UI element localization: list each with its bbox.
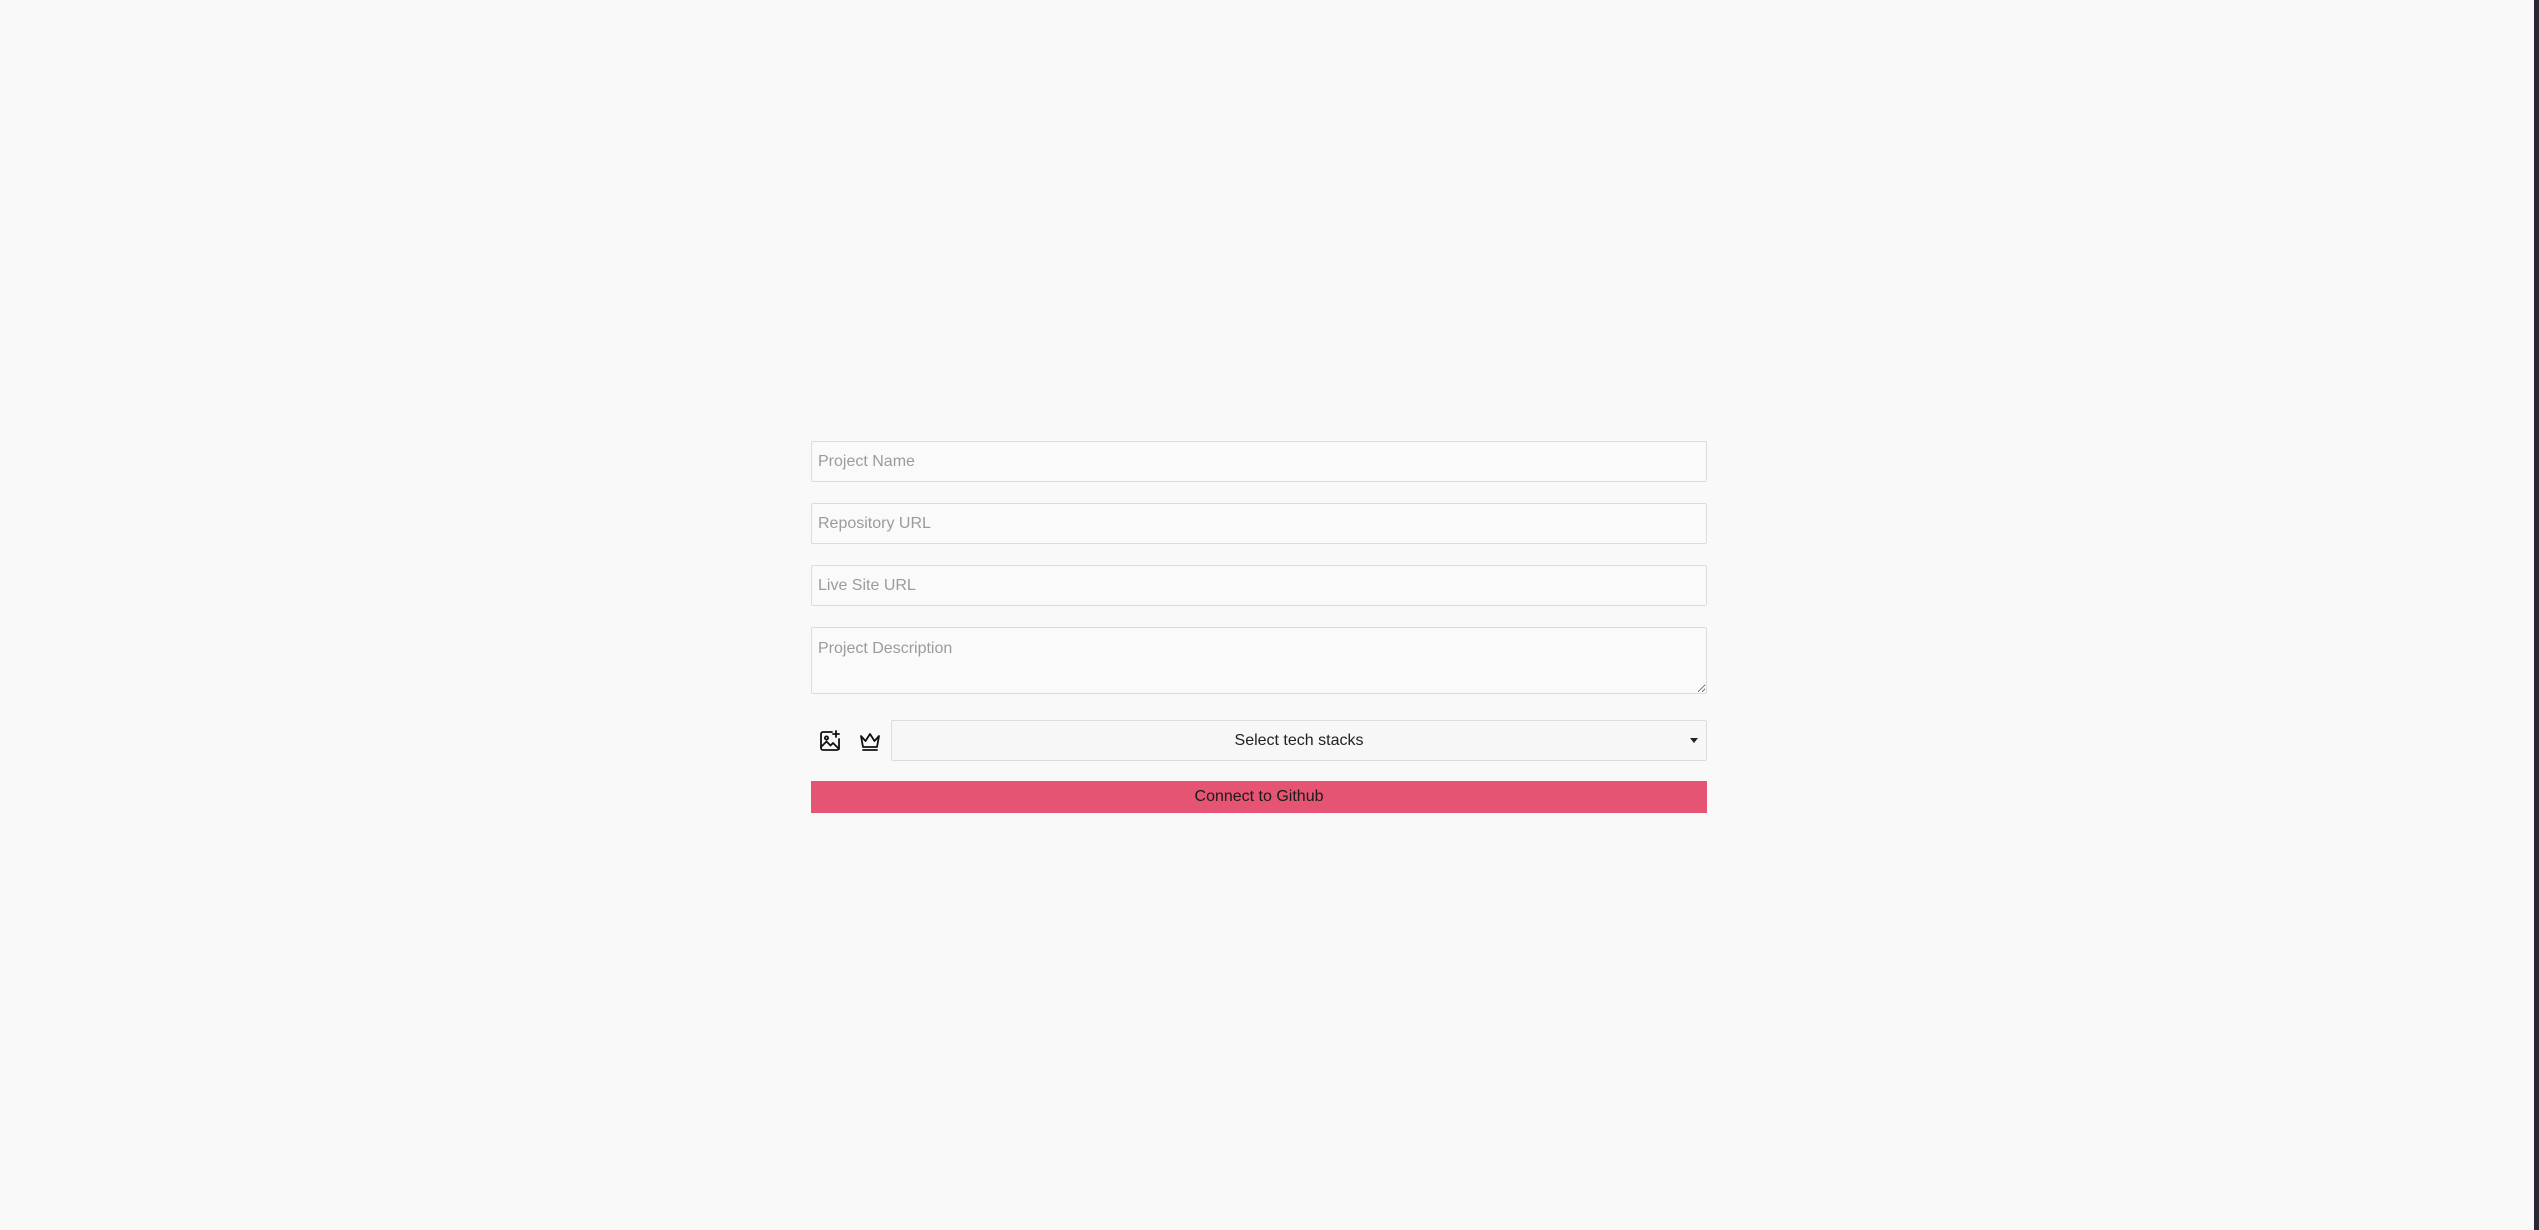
crown-icon: [860, 732, 880, 751]
window-edge: [2534, 0, 2539, 1230]
tech-stack-select-label: Select tech stacks: [1234, 731, 1364, 749]
project-name-input[interactable]: [811, 441, 1707, 482]
repository-url-input[interactable]: [811, 503, 1707, 544]
tools-row: Select tech stacks: [811, 720, 1707, 761]
add-image-icon: [820, 729, 840, 751]
live-site-url-input[interactable]: [811, 565, 1707, 606]
project-form: Select tech stacks Connect to Github: [811, 441, 1707, 813]
chevron-down-icon: [1690, 738, 1698, 743]
tech-stack-select[interactable]: Select tech stacks: [891, 720, 1707, 761]
project-description-textarea[interactable]: [811, 627, 1707, 694]
crown-button[interactable]: [851, 722, 889, 760]
connect-github-button[interactable]: Connect to Github: [811, 781, 1707, 813]
add-image-button[interactable]: [811, 722, 849, 760]
